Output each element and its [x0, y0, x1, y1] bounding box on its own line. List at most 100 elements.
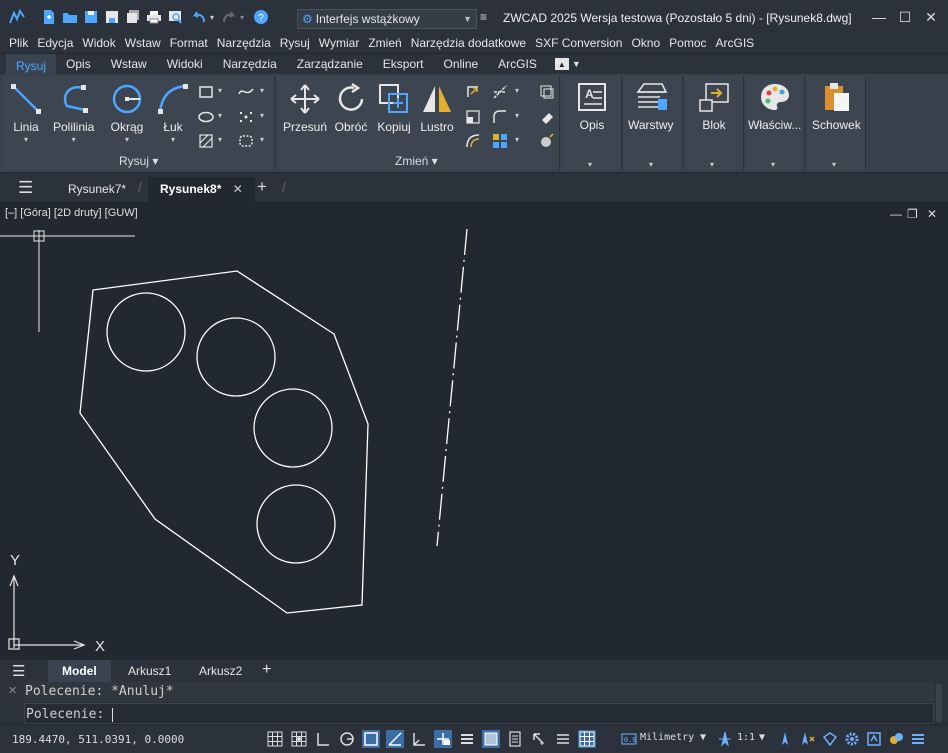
- maximize-button[interactable]: ☐: [894, 6, 916, 28]
- new-file-icon[interactable]: [40, 8, 58, 26]
- annotation-scale-icon[interactable]: [716, 730, 734, 748]
- hatch-icon[interactable]: [198, 133, 214, 149]
- explode-icon[interactable]: [539, 133, 555, 149]
- save-icon[interactable]: [82, 8, 100, 26]
- grid-display-icon[interactable]: [266, 730, 284, 748]
- layout-menu-icon[interactable]: ☰: [12, 662, 25, 680]
- grid-array-icon[interactable]: [492, 133, 508, 149]
- spline-icon[interactable]: [238, 84, 254, 100]
- menu-wymiar[interactable]: Wymiar: [319, 36, 360, 50]
- workspace-switch-icon[interactable]: [821, 730, 839, 748]
- fillet-dropdown-icon[interactable]: ▾: [515, 111, 519, 120]
- menu-widok[interactable]: Widok: [82, 36, 115, 50]
- erase-icon[interactable]: [539, 109, 555, 125]
- customize-qa-icon[interactable]: ≡: [480, 10, 487, 24]
- menu-wstaw[interactable]: Wstaw: [125, 36, 161, 50]
- close-tab-icon[interactable]: ✕: [233, 182, 243, 196]
- settings-gear-icon[interactable]: [843, 730, 861, 748]
- quick-properties-icon[interactable]: [506, 730, 524, 748]
- rectangle-icon[interactable]: [198, 84, 214, 100]
- tab-zarzadzanie[interactable]: Zarządzanie: [287, 54, 373, 74]
- scale-dropdown-icon[interactable]: ▼: [759, 732, 765, 743]
- circle-4[interactable]: [256, 484, 336, 564]
- spline-dropdown-icon[interactable]: ▾: [260, 86, 264, 95]
- grid-array-dropdown-icon[interactable]: ▾: [515, 135, 519, 144]
- arc-button[interactable]: Łuk ▾: [156, 82, 190, 144]
- hatch-dropdown-icon[interactable]: ▾: [218, 135, 222, 144]
- layers-button[interactable]: Warstwy: [628, 80, 674, 132]
- annotation-button[interactable]: A Opis: [575, 80, 609, 132]
- object-tracking-icon[interactable]: [386, 730, 404, 748]
- menu-narzedzia[interactable]: Narzędzia: [217, 36, 271, 50]
- layers-dropdown-icon[interactable]: ▾: [649, 160, 653, 169]
- rectangle-dropdown-icon[interactable]: ▾: [218, 86, 222, 95]
- undo-icon[interactable]: [190, 8, 208, 26]
- redo-dropdown-icon[interactable]: ▾: [240, 13, 244, 22]
- tab-widoki[interactable]: Widoki: [157, 54, 213, 74]
- save-as-icon[interactable]: [103, 8, 121, 26]
- tab-eksport[interactable]: Eksport: [373, 54, 434, 74]
- snap-mode-icon[interactable]: [290, 730, 308, 748]
- close-button[interactable]: ✕: [920, 6, 942, 28]
- menu-zmien[interactable]: Zmień: [368, 36, 401, 50]
- menu-plik[interactable]: Plik: [9, 36, 28, 50]
- ribbon-options-icon[interactable]: ▼: [572, 59, 581, 69]
- command-input[interactable]: Polecenie:: [24, 703, 934, 724]
- region-dropdown-icon[interactable]: ▾: [260, 135, 264, 144]
- line-button[interactable]: Linia ▾: [9, 82, 43, 144]
- units-value[interactable]: Milimetry: [640, 732, 694, 743]
- move-button[interactable]: Przesuń: [283, 82, 327, 134]
- command-close-icon[interactable]: ✕: [8, 684, 17, 697]
- lineweight-icon[interactable]: [458, 730, 476, 748]
- modify-group-label[interactable]: Zmień ▾: [395, 154, 438, 168]
- tab-model[interactable]: Model: [48, 660, 111, 682]
- menu-arcgis[interactable]: ArcGIS: [716, 36, 755, 50]
- ellipse-dropdown-icon[interactable]: ▾: [218, 111, 222, 120]
- performance-icon[interactable]: [865, 730, 883, 748]
- isolate-objects-icon[interactable]: [887, 730, 905, 748]
- dynamic-input-icon[interactable]: [434, 730, 452, 748]
- rotate-button[interactable]: Obróć: [334, 82, 368, 134]
- add-tab-icon[interactable]: +: [257, 177, 267, 197]
- circle-2[interactable]: [196, 317, 276, 397]
- units-dropdown-icon[interactable]: ▼: [700, 732, 706, 743]
- tab-arkusz2[interactable]: Arkusz2: [185, 660, 256, 682]
- command-scrollbar[interactable]: [936, 684, 942, 722]
- block-dropdown-icon[interactable]: ▾: [710, 160, 714, 169]
- tab-arcgis[interactable]: ArcGIS: [488, 54, 547, 74]
- tab-narzedzia[interactable]: Narzędzia: [213, 54, 287, 74]
- menu-narzedzia-dodatkowe[interactable]: Narzędzia dodatkowe: [411, 36, 526, 50]
- menu-edycja[interactable]: Edycja: [37, 36, 73, 50]
- redo-icon[interactable]: [220, 8, 238, 26]
- array-icon[interactable]: [539, 84, 555, 100]
- hardware-acceleration-icon[interactable]: [578, 730, 596, 748]
- menu-okno[interactable]: Okno: [631, 36, 660, 50]
- menu-pomoc[interactable]: Pomoc: [669, 36, 706, 50]
- undo-dropdown-icon[interactable]: ▾: [210, 13, 214, 22]
- stretch-icon[interactable]: [465, 84, 481, 100]
- centerline[interactable]: [436, 228, 468, 547]
- selection-cycling-icon[interactable]: [530, 730, 548, 748]
- transparency-icon[interactable]: [482, 730, 500, 748]
- mirror-button[interactable]: Lustro: [420, 82, 454, 134]
- draw-group-label[interactable]: Rysuj ▾: [119, 154, 158, 168]
- open-file-icon[interactable]: [61, 8, 79, 26]
- tab-arkusz1[interactable]: Arkusz1: [114, 660, 185, 682]
- annotation-scale-value[interactable]: 1:1: [737, 732, 755, 743]
- doc-tab-rysunek7[interactable]: Rysunek7*: [56, 177, 138, 202]
- clipboard-dropdown-icon[interactable]: ▾: [832, 160, 836, 169]
- minimize-button[interactable]: —: [868, 6, 890, 28]
- point-icon[interactable]: [238, 109, 254, 125]
- workspace-select[interactable]: ⚙ Interfejs wstążkowy ▼: [297, 9, 477, 29]
- clean-screen-icon[interactable]: [909, 730, 927, 748]
- print-preview-icon[interactable]: [166, 8, 184, 26]
- circle-button[interactable]: Okrąg ▾: [110, 82, 144, 144]
- tab-wstaw[interactable]: Wstaw: [101, 54, 157, 74]
- help-icon[interactable]: ?: [252, 8, 270, 26]
- auto-scale-icon[interactable]: [798, 730, 816, 748]
- region-icon[interactable]: [238, 133, 254, 149]
- ellipse-icon[interactable]: [198, 109, 214, 125]
- menu-format[interactable]: Format: [170, 36, 208, 50]
- block-button[interactable]: Blok: [697, 80, 731, 132]
- ribbon-minimize-icon[interactable]: ▲: [554, 58, 569, 70]
